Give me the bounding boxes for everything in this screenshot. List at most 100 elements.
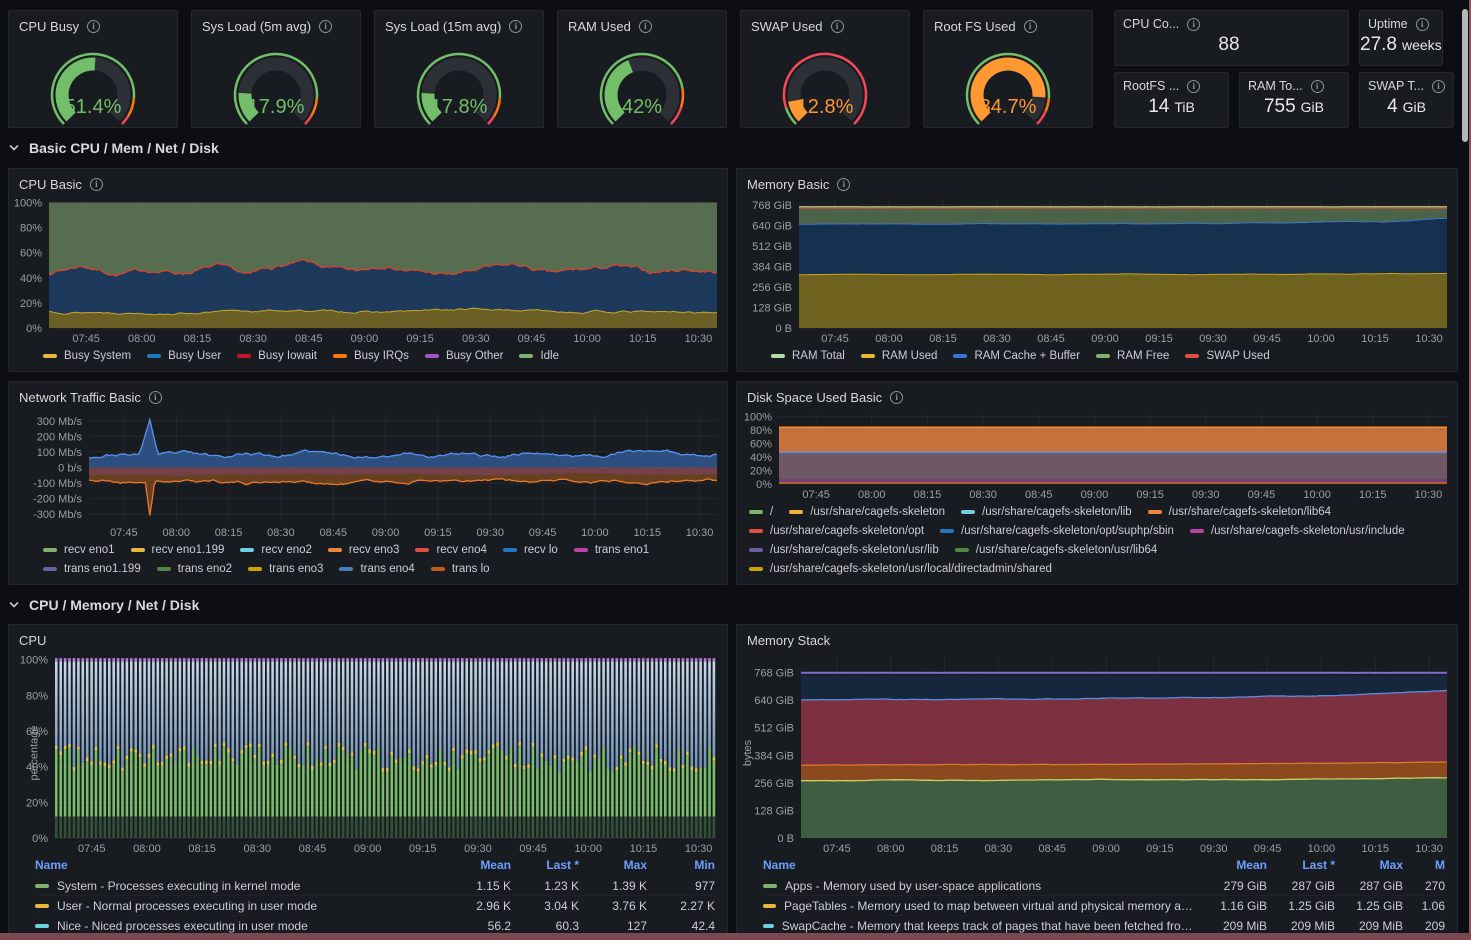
disk-space-chart[interactable]: 0%20%40%60%80%100%07:4508:0008:1508:3008… [737,407,1457,502]
panel-title[interactable]: Disk Space Used Basic [747,390,882,405]
panel-title[interactable]: SWAP T... [1368,79,1424,93]
legend-label[interactable]: RAM Used [882,348,938,364]
col-last[interactable]: Last * [1267,858,1335,872]
legend-label[interactable]: /usr/share/cagefs-skeleton/usr/lib64 [976,542,1158,558]
col-mean[interactable]: Mean [1199,858,1267,872]
legend-label[interactable]: /usr/share/cagefs-skeleton/lib64 [1169,504,1331,520]
legend-label[interactable]: recv lo [524,542,558,558]
info-icon[interactable]: i [831,20,844,33]
info-icon[interactable]: i [1416,18,1429,31]
series-name[interactable]: System - Processes executing in kernel m… [57,879,300,893]
legend-label[interactable]: trans eno1.199 [64,561,141,577]
col-max[interactable]: Max [1335,858,1403,872]
svg-text:128 GiB: 128 GiB [752,303,792,315]
col-max[interactable]: Max [579,858,647,872]
info-icon[interactable]: i [509,20,522,33]
legend-label[interactable]: Busy System [64,348,131,364]
legend-label[interactable]: trans lo [452,561,490,577]
legend-label[interactable]: /usr/share/cagefs-skeleton/lib [982,504,1132,520]
svg-text:08:15: 08:15 [914,489,942,501]
panel-title[interactable]: Memory Basic [747,177,829,192]
table-header: Name Mean Last * Max Min [35,856,715,875]
panel-title[interactable]: CPU Co... [1123,17,1179,31]
row-header-cpu-memory[interactable]: CPU / Memory / Net / Disk [8,594,199,616]
legend-label[interactable]: /usr/share/cagefs-skeleton/usr/include [1211,523,1405,539]
network-traffic-chart[interactable]: 300 Mb/s200 Mb/s100 Mb/s0 b/s-100 Mb/s-2… [9,407,727,540]
info-icon[interactable]: i [90,178,103,191]
series-name[interactable]: PageTables - Memory used to map between … [784,899,1199,913]
legend-swatch [771,354,785,358]
info-icon[interactable]: i [639,20,652,33]
series-name[interactable]: SwapCache - Memory that keeps track of p… [782,919,1199,933]
panel-title[interactable]: Uptime [1368,17,1408,31]
col-name[interactable]: Name [35,858,443,872]
svg-text:09:00: 09:00 [1081,489,1109,501]
series-name[interactable]: User - Normal processes executing in use… [57,899,317,913]
info-icon[interactable]: i [1187,18,1200,31]
memory-stack-chart[interactable]: bytes 0 B128 GiB256 GiB384 GiB512 GiB640… [737,650,1457,856]
panel-title[interactable]: CPU [19,633,46,648]
svg-text:09:00: 09:00 [372,527,400,539]
legend-label[interactable]: Busy User [168,348,221,364]
info-icon[interactable]: i [87,20,100,33]
panel-title[interactable]: CPU Basic [19,177,82,192]
legend-label[interactable]: /usr/share/cagefs-skeleton/usr/local/dir… [770,561,1052,577]
legend-label[interactable]: /usr/share/cagefs-skeleton/opt [770,523,924,539]
col-mean[interactable]: Mean [443,858,511,872]
col-min[interactable]: M [1403,858,1445,872]
col-name[interactable]: Name [763,858,1199,872]
legend-label[interactable]: trans eno1 [595,542,649,558]
info-icon[interactable]: i [1311,80,1324,93]
info-icon[interactable]: i [837,178,850,191]
memory-basic-chart[interactable]: 0 B128 GiB256 GiB384 GiB512 GiB640 GiB76… [737,194,1457,346]
legend-label[interactable]: /usr/share/cagefs-skeleton/opt/suphp/sbi… [961,523,1174,539]
series-name[interactable]: Apps - Memory used by user-space applica… [785,879,1041,893]
legend-label[interactable]: /usr/share/cagefs-skeleton/usr/lib [770,542,939,558]
legend-label[interactable]: recv eno1 [64,542,115,558]
cpu-basic-chart[interactable]: 0%20%40%60%80%100%07:4508:0008:1508:3008… [9,194,727,346]
info-icon[interactable]: i [319,20,332,33]
legend-item: RAM Used [861,348,938,364]
panel-network-traffic: Network Traffic Basic i 300 Mb/s200 Mb/s… [8,381,728,585]
legend-label[interactable]: recv eno2 [261,542,312,558]
legend-label[interactable]: Idle [540,348,559,364]
legend-label[interactable]: trans eno2 [178,561,232,577]
row-header-basic[interactable]: Basic CPU / Mem / Net / Disk [8,137,219,159]
legend-label[interactable]: /usr/share/cagefs-skeleton [810,504,945,520]
legend-label[interactable]: Busy Other [446,348,504,364]
cpu-detail-chart[interactable]: percentage 0%20%40%60%80%100%07:4508:000… [9,650,727,856]
info-icon[interactable]: i [1024,20,1037,33]
panel-title[interactable]: Root FS Used [934,19,1016,34]
legend-label[interactable]: trans eno4 [360,561,414,577]
legend-label[interactable]: Busy IRQs [354,348,409,364]
col-last[interactable]: Last * [511,858,579,872]
series-name[interactable]: Nice - Niced processes executing in user… [57,919,308,933]
panel-title[interactable]: RAM To... [1248,79,1303,93]
info-icon[interactable]: i [1432,80,1445,93]
panel-title[interactable]: Sys Load (15m avg) [385,19,501,34]
panel-title[interactable]: Memory Stack [747,633,830,648]
legend-label[interactable]: / [770,504,773,520]
legend-label[interactable]: RAM Free [1117,348,1169,364]
panel-title[interactable]: Network Traffic Basic [19,390,141,405]
legend-label[interactable]: SWAP Used [1206,348,1269,364]
panel-title[interactable]: SWAP Used [751,19,823,34]
info-icon[interactable]: i [149,391,162,404]
cell-max: 1.25 GiB [1335,899,1403,913]
legend-label[interactable]: RAM Total [792,348,845,364]
legend-label[interactable]: recv eno3 [349,542,400,558]
info-icon[interactable]: i [890,391,903,404]
legend-swatch [861,354,875,358]
legend-label[interactable]: recv eno1.199 [152,542,225,558]
legend-label[interactable]: trans eno3 [269,561,323,577]
vertical-scrollbar[interactable] [1462,9,1468,142]
panel-title[interactable]: Sys Load (5m avg) [202,19,311,34]
panel-title[interactable]: RAM Used [568,19,631,34]
legend-label[interactable]: Busy Iowait [258,348,317,364]
legend-label[interactable]: recv eno4 [436,542,487,558]
panel-title[interactable]: CPU Busy [19,19,79,34]
info-icon[interactable]: i [1187,80,1200,93]
col-min[interactable]: Min [647,858,715,872]
legend-label[interactable]: RAM Cache + Buffer [974,348,1080,364]
panel-title[interactable]: RootFS ... [1123,79,1179,93]
